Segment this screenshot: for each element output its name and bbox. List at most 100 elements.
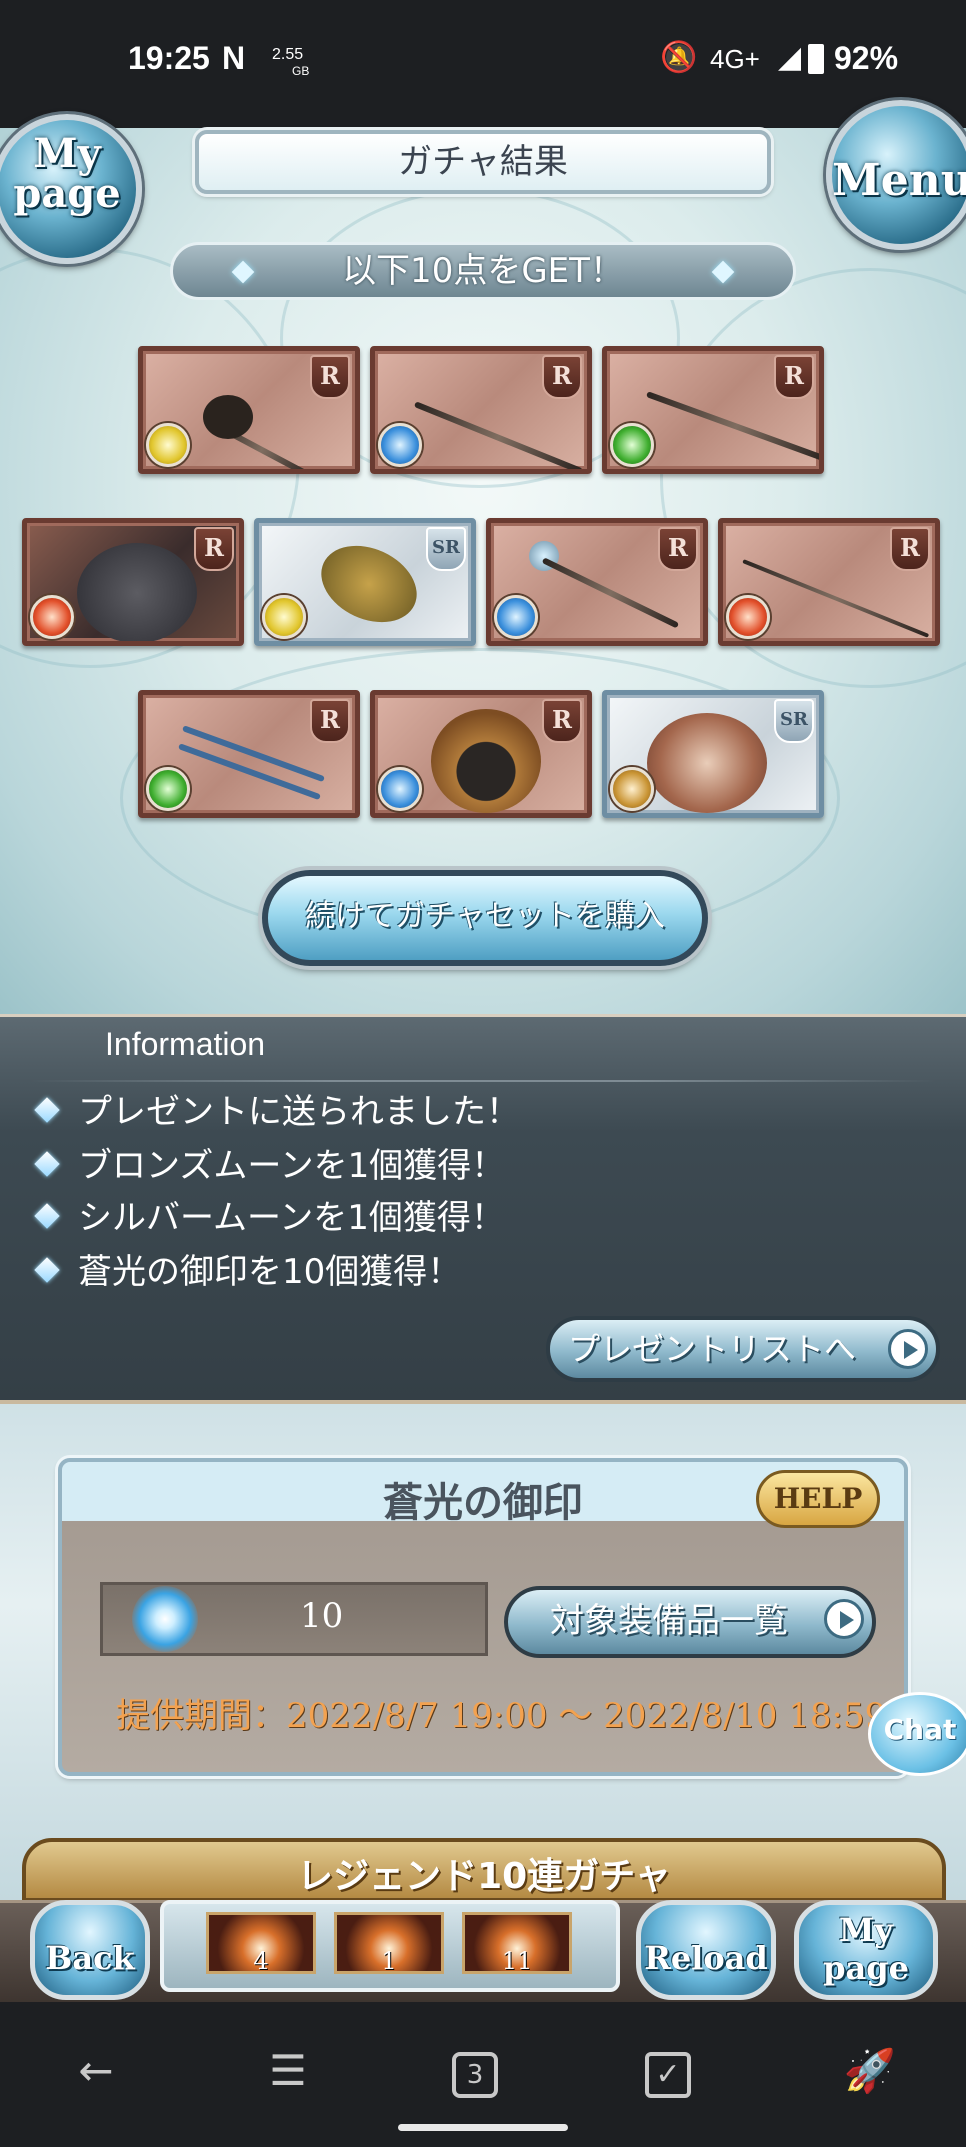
play-arrow-icon xyxy=(824,1599,864,1639)
water-element-icon xyxy=(378,423,422,467)
rarity-badge: R xyxy=(542,699,582,743)
mypage-label-line1: My xyxy=(838,1911,893,1949)
katana-image xyxy=(742,559,930,638)
diamond-icon xyxy=(231,260,255,284)
info-text: プレゼントに送られました！ xyxy=(78,1092,520,1132)
data-speed: 2.55 xyxy=(272,46,304,63)
back-button[interactable]: Back xyxy=(30,1900,150,2000)
tabs-icon[interactable]: 3 xyxy=(452,2052,498,2098)
checkbox-icon[interactable]: ✓ xyxy=(645,2052,691,2098)
menu-icon[interactable]: ☰ xyxy=(258,2046,318,2095)
light-element-icon xyxy=(262,595,306,639)
result-item[interactable]: SR xyxy=(254,518,476,646)
target-equipment-list-button[interactable]: 対象装備品一覧 xyxy=(504,1586,876,1658)
page-title: ガチャ結果 xyxy=(195,130,771,194)
data-unit: GB xyxy=(292,64,310,78)
rarity-badge: R xyxy=(310,699,350,743)
rarity-badge: R xyxy=(890,527,930,571)
menu-button[interactable]: Menu xyxy=(826,100,966,250)
info-line: ブロンズムーンを1個獲得！ xyxy=(30,1142,505,1190)
legend-gacha-banner[interactable]: レジェンド10連ガチャ xyxy=(22,1838,946,1902)
light-element-icon xyxy=(146,423,190,467)
present-list-label: プレゼントリストへ xyxy=(568,1330,857,1368)
water-element-icon xyxy=(494,595,538,639)
wind-element-icon xyxy=(146,767,190,811)
buy-gacha-set-button[interactable]: 続けてガチャセットを購入 xyxy=(262,870,708,966)
info-text: 蒼光の御印を10個獲得！ xyxy=(78,1252,462,1292)
result-item[interactable]: SR xyxy=(602,690,824,818)
seal-count: 10 xyxy=(300,1596,344,1636)
earth-element-icon xyxy=(610,767,654,811)
result-item[interactable]: R xyxy=(718,518,940,646)
screen: 19:25 N 2.55 GB 🔕 4G+ ◢ 92% My page Menu… xyxy=(0,0,966,2147)
tab-count: 3 xyxy=(466,2060,484,2090)
diamond-icon xyxy=(34,1203,60,1229)
get-banner: 以下10点をGET！ xyxy=(170,242,796,300)
bottom-mypage-button[interactable]: My page xyxy=(794,1900,938,2000)
item-count: 4 xyxy=(253,1947,269,1975)
info-line: 蒼光の御印を10個獲得！ xyxy=(30,1248,461,1296)
info-text: ブロンズムーンを1個獲得！ xyxy=(78,1146,506,1186)
battery-percent: 92% xyxy=(834,40,899,76)
rarity-badge: R xyxy=(774,355,814,399)
result-item[interactable]: R xyxy=(370,346,592,474)
axe-head xyxy=(203,395,253,439)
item-shortcut[interactable]: 4 xyxy=(206,1912,316,1975)
battery-icon xyxy=(808,44,824,74)
rarity-badge: R xyxy=(542,355,582,399)
network-label: 4G+ xyxy=(710,44,760,74)
n-notification-icon: N xyxy=(222,40,246,76)
equip-list-label: 対象装備品一覧 xyxy=(550,1601,788,1641)
diamond-icon xyxy=(34,1097,60,1123)
item-count: 1 xyxy=(381,1947,397,1975)
result-item[interactable]: R xyxy=(138,690,360,818)
info-text: シルバームーンを1個獲得！ xyxy=(78,1198,505,1238)
help-button[interactable]: HELP xyxy=(756,1470,880,1528)
rarity-badge: R xyxy=(658,527,698,571)
result-item[interactable]: R xyxy=(22,518,244,646)
staff-image xyxy=(541,557,680,629)
diamond-icon xyxy=(34,1257,60,1283)
rarity-badge: R xyxy=(194,527,234,571)
divider xyxy=(30,1080,936,1082)
summon-image xyxy=(431,709,541,813)
mypage-label-line1: My xyxy=(33,130,101,177)
result-item[interactable]: R xyxy=(370,690,592,818)
rarity-badge: R xyxy=(310,355,350,399)
item-shortcut[interactable]: 1 xyxy=(334,1912,444,1975)
fire-element-icon xyxy=(726,595,770,639)
water-element-icon xyxy=(378,767,422,811)
fire-element-icon xyxy=(30,595,74,639)
seal-star-icon xyxy=(132,1586,198,1652)
get-label: 以下10点をGET！ xyxy=(342,251,624,291)
diamond-icon xyxy=(711,260,735,284)
diamond-icon xyxy=(34,1151,60,1177)
signal-icon: ◢ xyxy=(778,41,802,74)
rarity-badge: SR xyxy=(774,699,814,743)
result-item[interactable]: R xyxy=(486,518,708,646)
chat-button[interactable]: Chat xyxy=(868,1692,966,1776)
info-line: プレゼントに送られました！ xyxy=(30,1088,520,1136)
present-list-button[interactable]: プレゼントリストへ xyxy=(546,1316,940,1382)
summon-image xyxy=(77,543,197,641)
reload-button[interactable]: Reload xyxy=(636,1900,776,2000)
offer-period: 提供期間：2022/8/7 19:00 〜 2022/8/10 18:59 xyxy=(116,1696,887,1736)
mypage-label-line2: page xyxy=(13,170,121,217)
sword-image xyxy=(413,401,584,469)
back-arrow-icon[interactable]: ← xyxy=(66,2046,126,2095)
item-shortcut[interactable]: 11 xyxy=(462,1912,572,1975)
home-indicator[interactable] xyxy=(398,2124,568,2131)
play-arrow-icon xyxy=(888,1329,928,1369)
menu-label: Menu xyxy=(832,155,966,206)
rarity-badge: SR xyxy=(426,527,466,571)
mute-icon: 🔕 xyxy=(660,41,698,74)
summon-image xyxy=(647,713,767,813)
information-title: Information xyxy=(105,1026,266,1062)
status-bar: 19:25 N 2.55 GB 🔕 4G+ ◢ 92% xyxy=(0,0,966,128)
item-count: 11 xyxy=(501,1947,533,1975)
status-time: 19:25 xyxy=(128,40,210,76)
result-item[interactable]: R xyxy=(138,346,360,474)
info-line: シルバームーンを1個獲得！ xyxy=(30,1194,505,1242)
result-item[interactable]: R xyxy=(602,346,824,474)
rocket-icon[interactable]: 🚀 xyxy=(840,2046,900,2096)
